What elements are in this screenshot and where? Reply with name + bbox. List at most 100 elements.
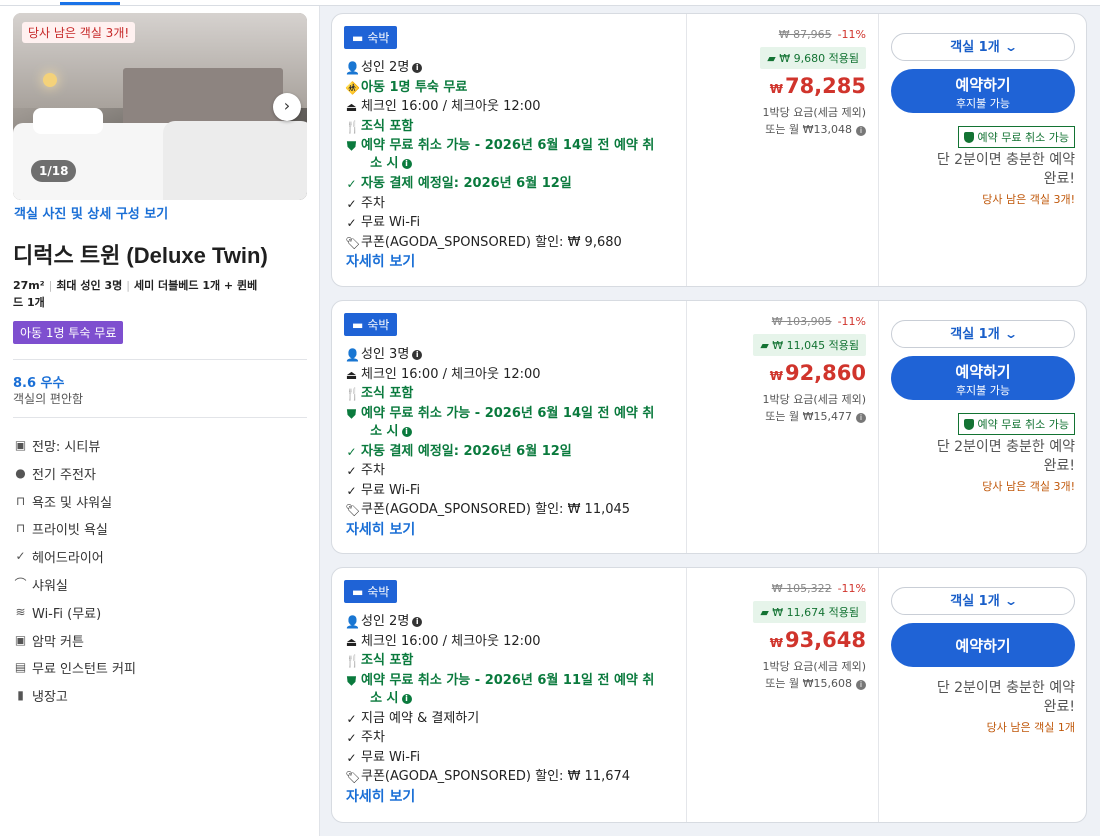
room-count-value: 객실 1개	[950, 327, 1000, 342]
tag-icon: 🏷	[345, 770, 361, 784]
amenity-label: 냉장고	[32, 690, 68, 706]
check-icon: ✓	[346, 731, 357, 745]
person-icon: 👤	[345, 348, 360, 362]
price-value: 93,648	[784, 628, 866, 652]
feature-text: 주차	[361, 462, 385, 480]
feature-text: 예약 무료 취소 가능 - 2026년 6월 14일 전 예약 취 소 시i	[361, 405, 654, 441]
person-icon: 👤	[345, 615, 360, 629]
offer-feature: ⛊ 예약 무료 취소 가능 - 2026년 6월 14일 전 예약 취 소 시i	[345, 137, 680, 173]
book-button[interactable]: 예약하기	[891, 623, 1075, 667]
feature-text: 자동 결제 예정일: 2026년 6월 12일	[361, 175, 572, 193]
check-icon: ✓	[346, 196, 357, 211]
feature-text: 자동 결제 예정일: 2026년 6월 12일	[361, 443, 572, 461]
amenity-label: 프라이빗 욕실	[32, 523, 108, 539]
room-beds-cont: 드 1개	[13, 296, 45, 309]
chevron-right-icon: ›	[283, 96, 291, 115]
quick-note-line: 단 2분이면 충분한 예약	[936, 680, 1075, 696]
room-count-select[interactable]: 객실 1개 ⌄	[891, 33, 1075, 61]
details-link[interactable]: 자세히 보기	[346, 519, 415, 539]
strikethrough-price: ₩ 87,965	[778, 28, 832, 41]
offer-details: ▬ 숙박 👤 성인 2명 i 🚸 아동 1명 투숙 무료 ⏏ 체크인 16:00 / 체크아웃 …	[332, 14, 687, 286]
photo-pillow	[33, 108, 103, 134]
shield-icon: ⛊	[346, 139, 356, 153]
feature-label: 조식 포함	[361, 653, 414, 668]
shield-icon: ⛊	[346, 406, 356, 421]
next-photo-button[interactable]: ›	[273, 93, 301, 121]
check-icon: ✓	[15, 549, 26, 564]
per-night-note: 1박당 요금(세금 제외)	[762, 660, 866, 673]
feature-text: 주차	[361, 729, 385, 747]
feature-text: 성인 2명 i	[361, 613, 423, 631]
photo-bed	[163, 121, 307, 200]
amenity-item: ⊓ 프라이빗 욕실	[14, 519, 108, 539]
price-value: 78,285	[784, 74, 866, 98]
info-icon[interactable]: i	[401, 693, 412, 704]
room-score-label: 객실의 편안함	[13, 392, 84, 406]
room-count-select[interactable]: 객실 1개 ⌄	[891, 320, 1075, 348]
details-link[interactable]: 자세히 보기	[346, 786, 415, 806]
room-specs: 27m² | 최대 성인 3명 | 세미 더블베드 1개 + 퀸베 드 1개	[13, 279, 258, 309]
info-icon[interactable]: i	[412, 617, 423, 627]
feature-text: 무료 Wi-Fi	[361, 214, 420, 232]
check-icon: ✓	[346, 711, 357, 726]
offer-actions: 객실 1개 ⌄ 예약하기 후지불 가능 예약 무료 취소 가능 단 2분이면 충분한 예약…	[879, 14, 1087, 286]
feature-label: 자동 결제 예정일: 2026년 6월 12일	[361, 176, 572, 191]
check-icon: ✓	[346, 177, 357, 191]
bed-icon: ▬	[352, 30, 364, 45]
room-photos-link[interactable]: 객실 사진 및 상세 구성 보기	[14, 203, 168, 222]
info-icon[interactable]: i	[412, 63, 423, 73]
rooms-left-note: 당사 남은 객실 1개	[986, 721, 1075, 734]
feature-text: 쿠폰(AGODA_SPONSORED) 할인: ₩ 11,045	[361, 501, 630, 519]
room-photo[interactable]: 당사 남은 객실 3개! › 1/18	[13, 13, 307, 200]
feature-label: 예약 무료 취소 가능 - 2026년 6월 11일 전 예약 취	[361, 672, 655, 688]
feature-text: 지금 예약 & 결제하기	[361, 710, 479, 728]
shower-icon: ⌒	[14, 577, 27, 591]
price-value: 92,860	[784, 361, 866, 385]
ticket-icon: ▰	[767, 52, 780, 65]
feature-label-cont: 소 시	[370, 156, 399, 171]
offer-feature: 🏷 쿠폰(AGODA_SPONSORED) 할인: ₩ 9,680	[345, 234, 680, 252]
info-icon[interactable]: i	[856, 413, 866, 423]
book-button[interactable]: 예약하기 후지불 가능	[891, 69, 1075, 113]
feature-label: 무료 Wi-Fi	[361, 215, 421, 230]
info-icon[interactable]: i	[412, 350, 423, 360]
info-icon[interactable]: i	[401, 159, 412, 169]
check-icon: ✓	[346, 444, 357, 459]
info-icon[interactable]: i	[856, 126, 866, 136]
room-max-adults: 최대 성인 3명	[56, 279, 123, 292]
offer-feature: 👤 성인 2명 i	[345, 613, 680, 631]
feature-label: 체크인 16:00 / 체크아웃 12:00	[361, 366, 541, 382]
feature-text: 무료 Wi-Fi	[361, 749, 420, 767]
book-button[interactable]: 예약하기 후지불 가능	[891, 356, 1075, 400]
checkin-icon: ⏏	[345, 634, 358, 649]
feature-label: 성인 3명	[361, 347, 410, 362]
amenity-label: 암막 커튼	[32, 634, 84, 650]
room-count-select[interactable]: 객실 1개 ⌄	[891, 587, 1075, 615]
monthly-price-label: 또는 월 ₩13,048	[765, 123, 852, 136]
shield-icon	[963, 418, 974, 430]
offer-actions: 객실 1개 ⌄ 예약하기 단 2분이면 충분한 예약 완료! 당사 남은 객실 1개	[879, 568, 1087, 822]
info-icon[interactable]: i	[856, 680, 866, 690]
room-score[interactable]: 8.6 우수	[13, 372, 64, 391]
room-count-value: 객실 1개	[950, 40, 1000, 55]
stay-type-chip: ▬ 숙박	[344, 26, 398, 49]
offer-feature: 👤 성인 3명 i	[345, 346, 680, 364]
room-count-value: 객실 1개	[950, 594, 1000, 609]
offer-card: ▬ 숙박 👤 성인 2명 i 🚸 아동 1명 투숙 무료 ⏏ 체크인 16:00 / 체크아웃 …	[331, 13, 1087, 287]
monthly-price-label: 또는 월 ₩15,608	[765, 677, 852, 690]
offer-price: ₩ 105,322 -11% ▰ ₩ 11,674 적용됨 ₩93,648 1박당 요금…	[687, 568, 879, 822]
rooms-left-note: 당사 남은 객실 3개!	[982, 193, 1075, 206]
info-icon[interactable]: i	[401, 426, 412, 437]
feature-label: 체크인 16:00 / 체크아웃 12:00	[361, 99, 541, 114]
feature-text: 조식 포함	[361, 385, 413, 403]
feature-text: 성인 3명 i	[361, 346, 423, 364]
offer-price: ₩ 87,965 -11% ▰ ₩ 9,680 적용됨 ₩78,285 1박당 요금(세…	[687, 14, 879, 286]
amenity-item: ≋ Wi-Fi (무료)	[14, 603, 101, 622]
rooms-left-note: 당사 남은 객실 3개!	[982, 480, 1075, 493]
check-icon: ✓	[346, 483, 357, 498]
free-cancel-badge: 예약 무료 취소 가능	[957, 126, 1075, 148]
amenity-item: ▣ 암막 커튼	[14, 631, 84, 650]
offer-feature: ⛊ 예약 무료 취소 가능 - 2026년 6월 14일 전 예약 취 소 시i	[345, 405, 680, 441]
feature-label-cont: 소 시	[370, 423, 399, 439]
details-link[interactable]: 자세히 보기	[346, 251, 415, 271]
